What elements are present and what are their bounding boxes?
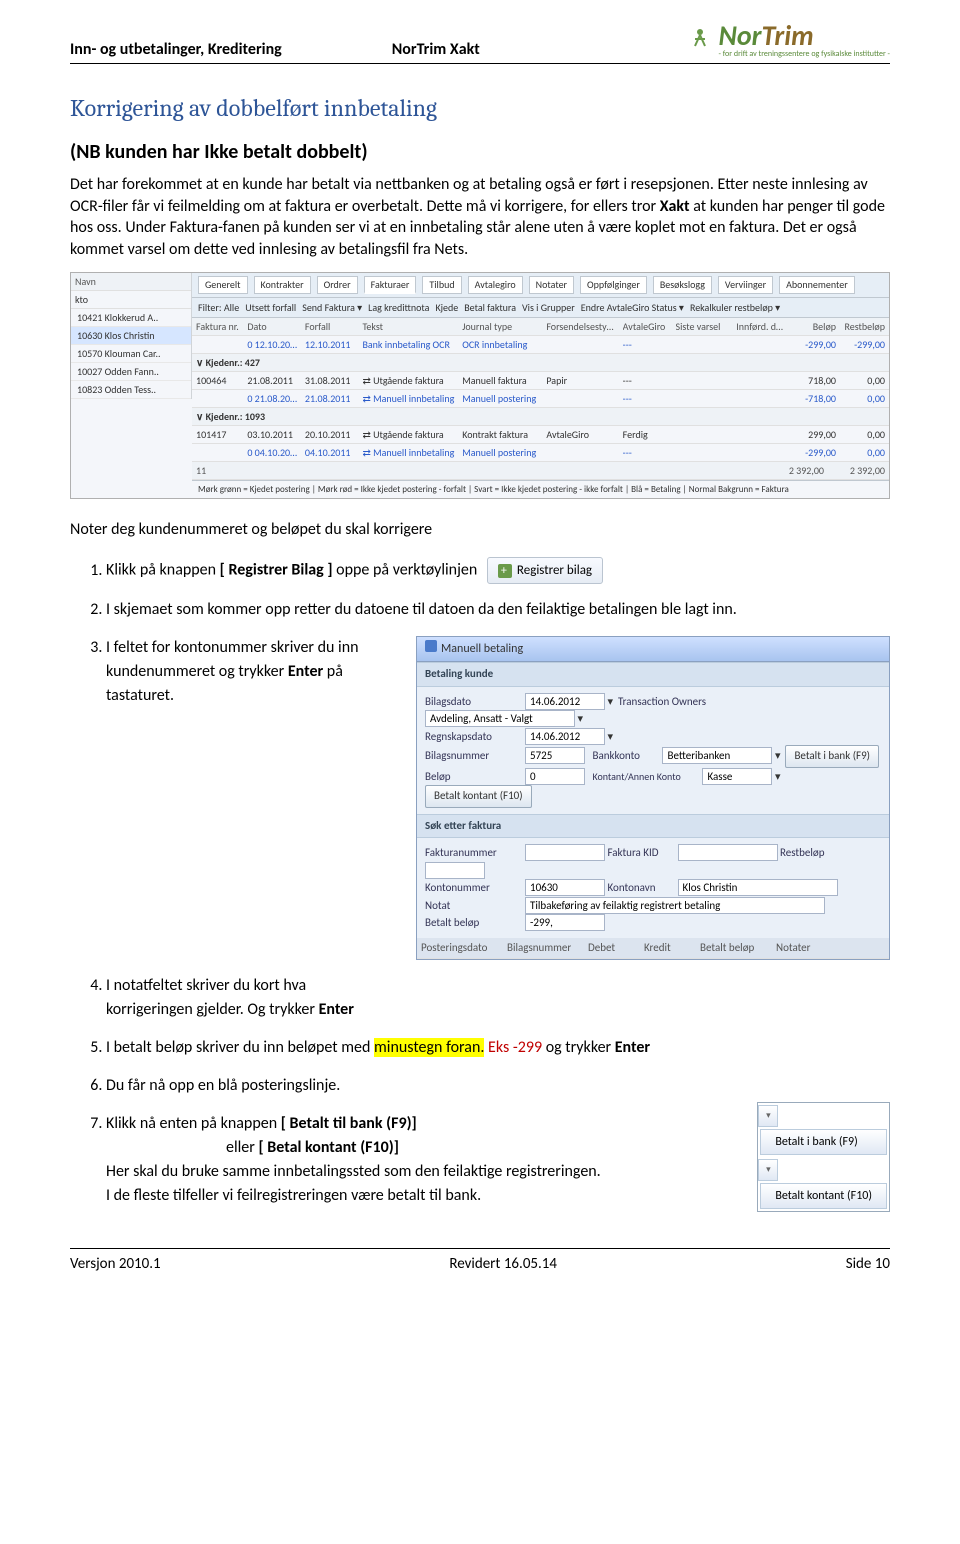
step-4: I notatfeltet skriver du kort hva korrig… xyxy=(106,974,386,1022)
table-row[interactable]: 10141703.10.201120.10.2011⇄ Utgående fak… xyxy=(192,426,889,444)
footer-version: Versjon 2010.1 xyxy=(70,1255,161,1273)
bilagsdato-input[interactable] xyxy=(525,693,605,710)
regnskapsdato-input[interactable] xyxy=(525,728,605,745)
step-5: I betalt beløp skriver du inn beløpet me… xyxy=(106,1036,890,1060)
page-footer: Versjon 2010.1 Revidert 16.05.14 Side 10 xyxy=(70,1248,890,1273)
kontonummer-input[interactable] xyxy=(525,879,605,896)
footer-revised: Revidert 16.05.14 xyxy=(449,1255,557,1273)
chevron-down-icon[interactable]: ▾ xyxy=(758,1159,778,1181)
registrer-bilag-button[interactable]: Registrer bilag xyxy=(487,557,603,585)
list-item[interactable]: 10570 Klouman Car.. xyxy=(71,345,191,363)
table-row[interactable]: ∨ Kjedenr.: 427 xyxy=(192,354,889,372)
list-item[interactable]: 10421 Klokkerud A.. xyxy=(71,309,191,327)
logo: NorTrim - for drift av treningssentere o… xyxy=(685,18,890,59)
window-icon xyxy=(425,640,437,652)
betalt-bank-button[interactable]: Betalt i bank (F9) xyxy=(785,745,879,768)
belop-input[interactable] xyxy=(525,768,585,785)
page-subtitle: (NB kunden har Ikke betalt dobbelt) xyxy=(70,140,890,164)
page-title: Korrigering av dobbelført innbetaling xyxy=(70,94,890,122)
intro-paragraph: Det har forekommet at en kunde har betal… xyxy=(70,174,890,260)
table-row[interactable]: ∨ Kjedenr.: 1093 xyxy=(192,408,889,426)
betalt-bank-button-small[interactable]: Betalt i bank (F9) xyxy=(760,1129,887,1155)
list-item[interactable]: 10823 Odden Tess.. xyxy=(71,381,191,399)
table-row[interactable]: 0 04.10.201104.10.2011⇄ Manuell innbetal… xyxy=(192,444,889,462)
list-item[interactable]: 10630 Klos Christin xyxy=(71,327,191,345)
toolbar: Filter: AlleUtsett forfallSend Faktura ▾… xyxy=(192,298,889,318)
table-row[interactable]: 10046421.08.201131.08.2011⇄ Utgående fak… xyxy=(192,372,889,390)
step-6: Du får nå opp en blå posteringslinje. xyxy=(106,1074,890,1098)
step-1: Klikk på knappen [ Registrer Bilag ] opp… xyxy=(106,557,890,585)
step-3: I feltet for kontonummer skriver du inn … xyxy=(106,636,890,960)
notat-input[interactable] xyxy=(525,897,825,914)
note-line: Noter deg kundenummeret og beløpet du sk… xyxy=(70,519,890,541)
bilagsnummer-input[interactable] xyxy=(525,747,585,764)
footer-page: Side 10 xyxy=(846,1255,890,1273)
screenshot-manuell-betaling: Manuell betaling Betaling kunde Bilagsda… xyxy=(416,636,890,960)
tabs: Generelt Kontrakter Ordrer Fakturaer Til… xyxy=(192,273,889,298)
logo-trim: Trim xyxy=(762,18,814,53)
logo-subtitle: - for drift av treningssentere og fysika… xyxy=(719,49,890,59)
betalt-kontant-button[interactable]: Betalt kontant (F10) xyxy=(425,785,532,808)
table-row[interactable]: 0 12.10.201112.10.2011Bank innbetaling O… xyxy=(192,336,889,354)
header-mid: NorTrim Xakt xyxy=(392,40,480,59)
header-left: Inn- og utbetalinger, Kreditering xyxy=(70,40,282,59)
chevron-down-icon[interactable]: ▾ xyxy=(758,1105,778,1127)
logo-nor: Nor xyxy=(719,18,762,53)
step-7: Klikk nå enten på knappen [ Betalt til b… xyxy=(106,1112,890,1208)
screenshot-buttons: ▾Betalt i bank (F9) ▾Betalt kontant (F10… xyxy=(757,1102,890,1212)
betalt-kontant-button-small[interactable]: Betalt kontant (F10) xyxy=(760,1183,887,1209)
step-2: I skjemaet som kommer opp retter du dato… xyxy=(106,598,890,622)
legend: Mørk grønn = Kjedet postering | Mørk rød… xyxy=(192,480,889,498)
screenshot-faktura-list: Navn kto 10421 Klokkerud A.. 10630 Klos … xyxy=(70,272,890,499)
betalt-belop-input[interactable] xyxy=(525,914,605,931)
table-row[interactable]: 0 21.08.201121.08.2011⇄ Manuell innbetal… xyxy=(192,390,889,408)
list-item[interactable]: 10027 Odden Fann.. xyxy=(71,363,191,381)
plus-icon xyxy=(498,564,512,578)
